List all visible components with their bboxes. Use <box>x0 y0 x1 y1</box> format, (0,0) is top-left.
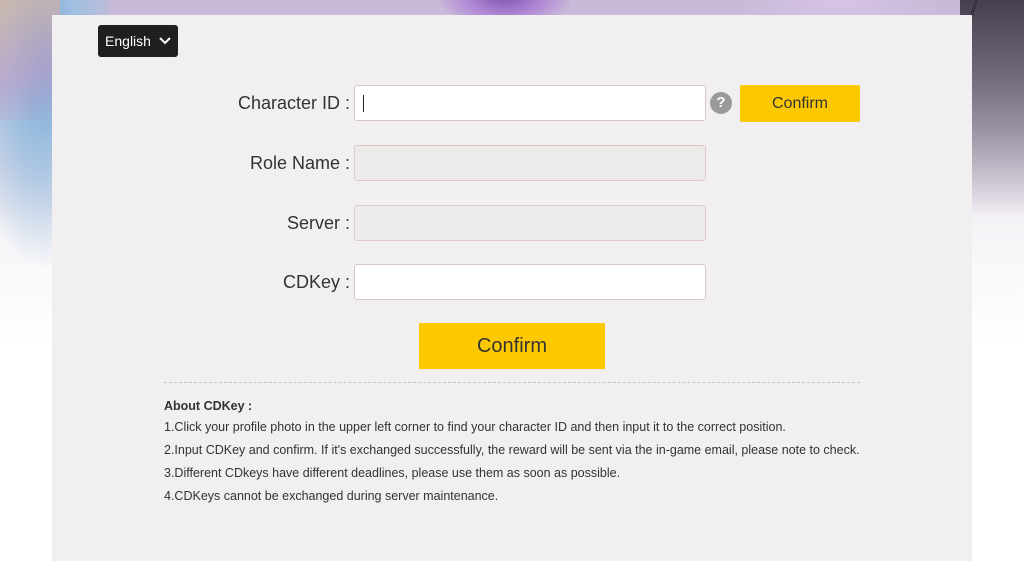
confirm-button[interactable]: Confirm <box>419 323 605 369</box>
language-label: English <box>105 33 151 49</box>
question-circle-icon[interactable]: ? <box>710 92 732 114</box>
about-item: 4.CDKeys cannot be exchanged during serv… <box>164 489 499 503</box>
server-label: Server : <box>286 213 350 233</box>
server-row: Server : <box>52 205 972 241</box>
cdkey-panel: English Character ID : ? Confirm Role Na… <box>52 15 972 561</box>
language-dropdown[interactable]: English <box>98 25 178 57</box>
character-id-row: Character ID : ? Confirm <box>52 85 972 122</box>
character-id-label: Character ID : <box>237 93 350 113</box>
cdkey-row: CDKey : <box>52 264 972 300</box>
confirm-character-id-button[interactable]: Confirm <box>740 85 860 122</box>
about-title: About CDKey : <box>164 399 253 413</box>
cdkey-label: CDKey : <box>282 272 350 292</box>
role-name-row: Role Name : <box>52 145 972 181</box>
cdkey-input[interactable] <box>354 264 706 300</box>
chevron-down-icon <box>159 37 171 45</box>
about-item: 3.Different CDkeys have different deadli… <box>164 466 621 480</box>
divider <box>164 382 860 383</box>
background-character-arm <box>0 0 60 120</box>
server-field <box>354 205 706 241</box>
character-id-input[interactable] <box>354 85 706 121</box>
role-name-label: Role Name : <box>249 153 350 173</box>
about-item: 2.Input CDKey and confirm. If it's excha… <box>164 443 860 457</box>
about-cdkey: About CDKey : 1.Click your profile photo… <box>164 397 864 510</box>
about-item: 1.Click your profile photo in the upper … <box>164 420 786 434</box>
role-name-field <box>354 145 706 181</box>
